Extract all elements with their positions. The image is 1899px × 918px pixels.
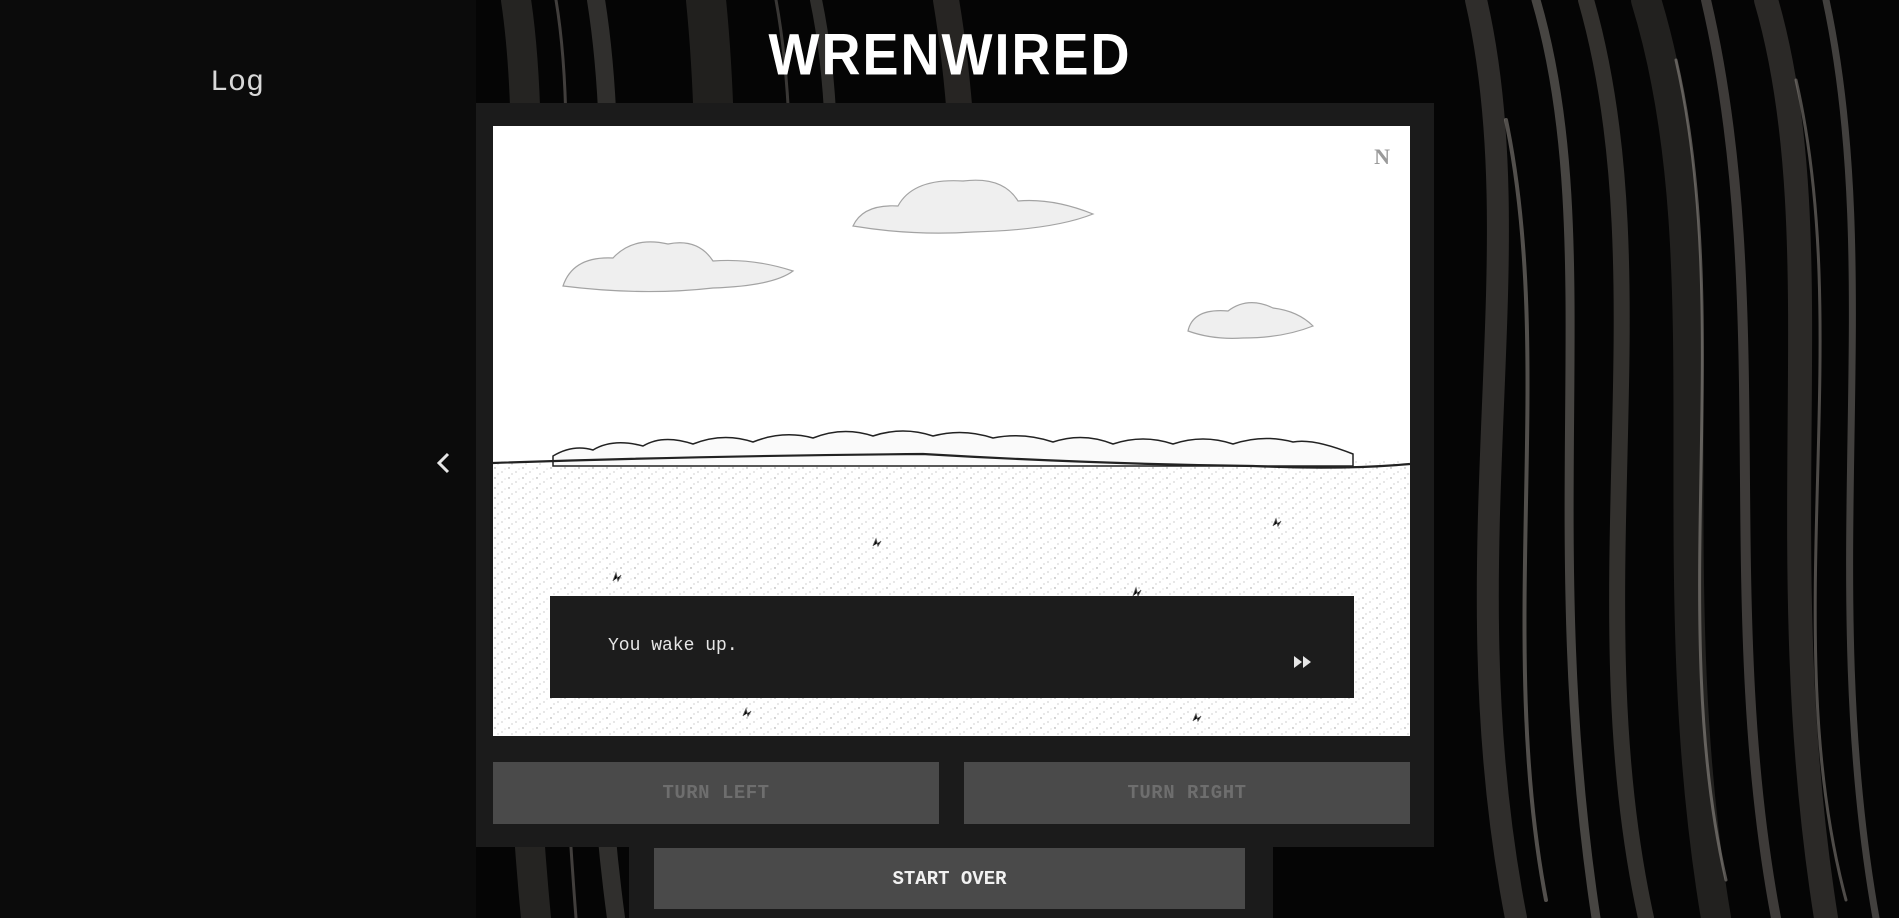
turn-left-button[interactable]: TURN LEFT (493, 762, 939, 824)
compass-indicator: N (1374, 144, 1390, 169)
start-over-button[interactable]: START OVER (654, 848, 1245, 909)
start-over-panel: START OVER (629, 847, 1273, 918)
scene-view: N You wake up. (493, 126, 1410, 736)
turn-right-button[interactable]: TURN RIGHT (964, 762, 1410, 824)
fast-forward-icon[interactable] (1292, 654, 1314, 670)
game-frame: N You wake up. TURN LEFT TURN RIGHT (476, 103, 1434, 847)
chevron-left-icon[interactable] (432, 448, 456, 478)
dialog-box: You wake up. (550, 596, 1354, 698)
game-title: WRENWIRED (768, 22, 1132, 88)
log-title: Log (210, 66, 265, 100)
dialog-text: You wake up. (608, 636, 738, 656)
log-sidebar: Log (0, 0, 476, 918)
